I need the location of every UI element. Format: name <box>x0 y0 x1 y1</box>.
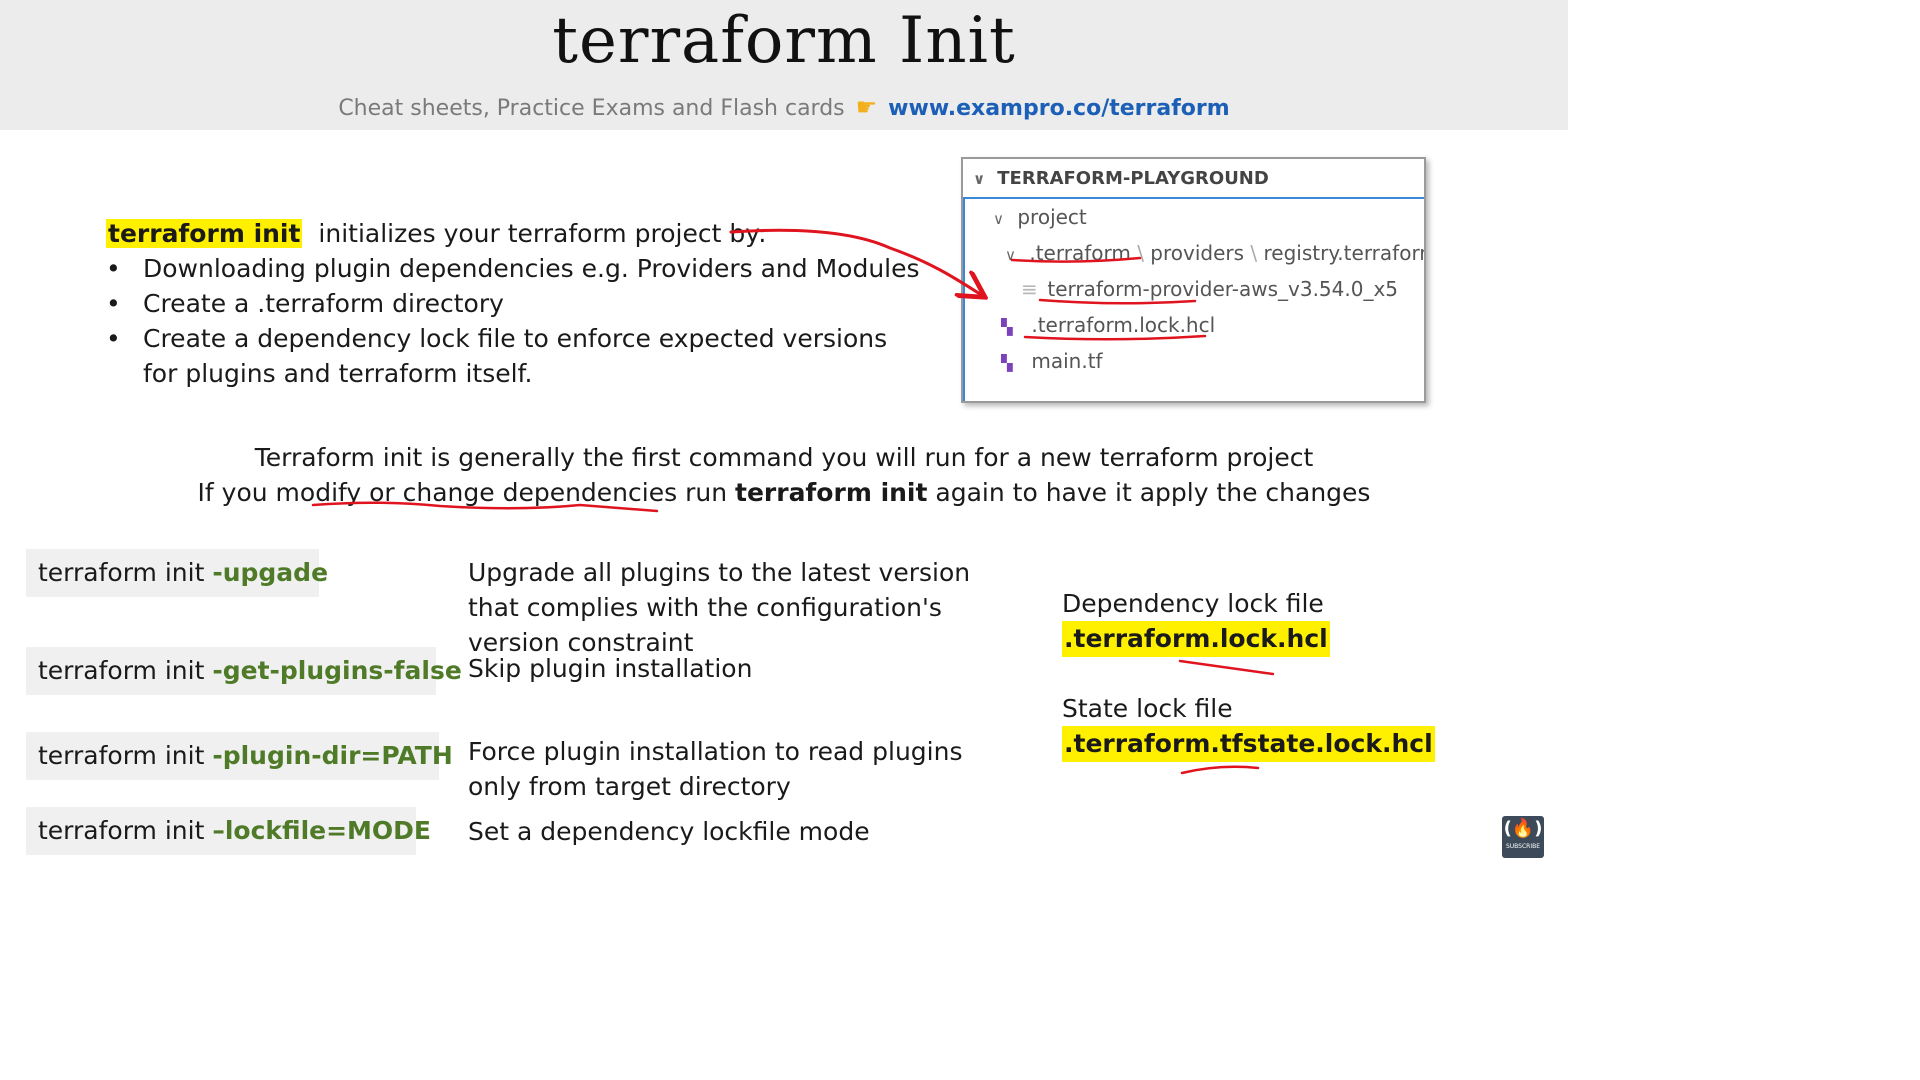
chevron-down-icon: ∨ <box>1005 246 1016 264</box>
option-command: terraform init <box>38 741 213 770</box>
annotation-underline <box>1178 659 1275 676</box>
option-upgrade: terraform init -upgade <box>26 549 328 597</box>
tree-item-main-file[interactable]: ▚ main.tf <box>963 343 1424 379</box>
subscribe-badge[interactable]: (🔥) SUBSCRIBE <box>1502 816 1544 858</box>
terraform-icon: ▚ <box>1001 318 1013 336</box>
file-label: main.tf <box>1031 349 1103 373</box>
subtitle-text: Cheat sheets, Practice Exams and Flash c… <box>338 96 845 121</box>
subscribe-label: SUBSCRIBE <box>1505 843 1541 850</box>
folder-label: project <box>1017 205 1087 229</box>
note-text: If you modify or change dependencies run <box>197 478 735 507</box>
bullet-item: Create a dependency lock file to enforce… <box>106 321 926 391</box>
option-get-plugins: terraform init -get-plugins-false <box>26 647 462 695</box>
file-label: .terraform.lock.hcl <box>1031 313 1216 337</box>
option-lockfile: terraform init –lockfile=MODE <box>26 807 431 855</box>
state-lock-block: State lock file .terraform.tfstate.lock.… <box>1062 691 1435 762</box>
note-text: again to have it apply the changes <box>927 478 1371 507</box>
tree-item-project[interactable]: ∨ project <box>963 199 1424 235</box>
intro-lead-text: initializes your terraform project by: <box>318 219 767 248</box>
explorer-title: TERRAFORM-PLAYGROUND <box>997 168 1269 189</box>
state-lock-filename: .terraform.tfstate.lock.hcl <box>1062 726 1435 762</box>
option-flag: -upgade <box>212 558 329 587</box>
bullet-list: Downloading plugin dependencies e.g. Pro… <box>106 251 926 391</box>
option-description: Force plugin installation to read plugin… <box>468 737 963 801</box>
file-lines-icon: ≡ <box>1021 277 1038 301</box>
option-description: Skip plugin installation <box>468 654 753 683</box>
note-line-1: Terraform init is generally the first co… <box>254 443 1314 472</box>
command-highlight: terraform init <box>106 219 303 248</box>
path-part: .terraform <box>1029 241 1131 265</box>
option-flag: -plugin-dir=PATH <box>212 741 453 770</box>
tree-item-terraform-path[interactable]: ∨ .terraform \ providers \ registry.terr… <box>963 235 1425 271</box>
file-label: terraform-provider-aws_v3.54.0_x5 <box>1047 277 1399 301</box>
note-bold-command: terraform init <box>735 478 928 507</box>
dependency-lock-block: Dependency lock file .terraform.lock.hcl <box>1062 586 1330 657</box>
option-command: terraform init <box>38 558 213 587</box>
option-description: Upgrade all plugins to the latest versio… <box>468 558 971 657</box>
option-command: terraform init <box>38 656 213 685</box>
note-line-2: If you modify or change dependencies run… <box>0 475 1568 510</box>
bullet-item: Downloading plugin dependencies e.g. Pro… <box>106 251 926 286</box>
note-section: Terraform init is generally the first co… <box>0 440 1568 510</box>
explorer-header[interactable]: ∨ TERRAFORM-PLAYGROUND <box>963 159 1424 199</box>
path-part: providers <box>1150 241 1245 265</box>
path-separator: \ <box>1244 241 1264 265</box>
option-flag: –lockfile=MODE <box>212 816 431 845</box>
flame-icon: (🔥) <box>1503 818 1543 839</box>
option-plugin-dir: terraform init -plugin-dir=PATH <box>26 732 453 780</box>
tree-item-provider-file[interactable]: ≡ terraform-provider-aws_v3.54.0_x5 <box>963 271 1424 307</box>
tree-item-lock-file[interactable]: ▚ .terraform.lock.hcl <box>963 307 1424 343</box>
page-title: terraform Init <box>552 4 1016 78</box>
chevron-down-icon: ∨ <box>993 210 1004 228</box>
path-separator: \ <box>1130 241 1151 265</box>
annotation-underline <box>1180 765 1260 775</box>
path-part: registry.terraform.io <box>1263 241 1425 265</box>
subtitle-line: Cheat sheets, Practice Exams and Flash c… <box>0 92 1568 124</box>
pointing-hand-icon: ☛ <box>855 93 878 121</box>
state-lock-label: State lock file <box>1062 694 1233 723</box>
dependency-lock-label: Dependency lock file <box>1062 589 1324 618</box>
intro-section: terraform init initializes your terrafor… <box>106 216 926 391</box>
option-description: Set a dependency lockfile mode <box>468 817 870 846</box>
chevron-down-icon: ∨ <box>973 170 986 188</box>
header-banner: terraform Init Cheat sheets, Practice Ex… <box>0 0 1568 130</box>
terraform-icon: ▚ <box>1001 354 1013 372</box>
file-explorer: ∨ TERRAFORM-PLAYGROUND ∨ project ∨ .terr… <box>961 157 1426 403</box>
exampro-link[interactable]: www.exampro.co/terraform <box>888 96 1230 121</box>
bullet-item: Create a .terraform directory <box>106 286 926 321</box>
option-flag: -get-plugins-false <box>212 656 462 685</box>
option-command: terraform init <box>38 816 213 845</box>
intro-lead: terraform init initializes your terrafor… <box>106 216 926 251</box>
dependency-lock-filename: .terraform.lock.hcl <box>1062 621 1330 657</box>
